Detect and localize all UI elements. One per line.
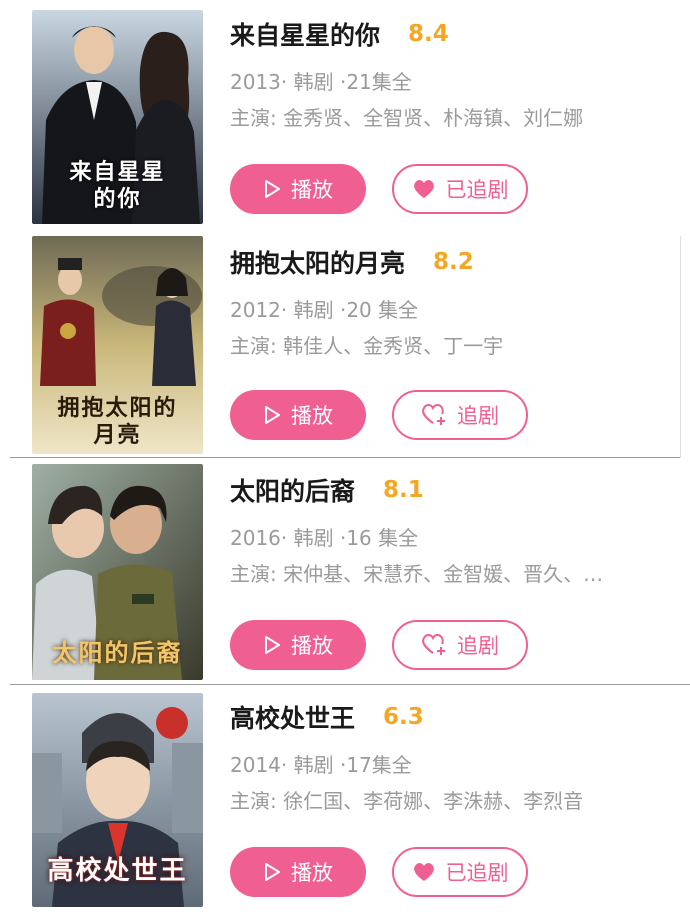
- play-icon: [265, 636, 280, 654]
- follow-button[interactable]: 追剧: [392, 620, 528, 670]
- follow-button[interactable]: 已追剧: [392, 164, 528, 214]
- poster-image[interactable]: 来自星星 的你: [32, 10, 203, 224]
- item-info: 太阳的后裔 8.1 2016· 韩剧 ·16 集全 主演: 宋仲基、宋慧乔、金智…: [230, 470, 670, 586]
- rating-score: 6.3: [383, 704, 424, 730]
- item-info: 来自星星的你 8.4 2013· 韩剧 ·21集全 主演: 金秀贤、全智贤、朴海…: [230, 14, 670, 130]
- play-button[interactable]: 播放: [230, 390, 366, 440]
- follow-label: 追剧: [457, 404, 499, 428]
- list-item[interactable]: 来自星星 的你 来自星星的你 8.4 2013· 韩剧 ·21集全 主演: 金秀…: [0, 0, 690, 230]
- drama-meta: 2013· 韩剧 ·21集全: [230, 70, 412, 94]
- item-info: 高校处世王 6.3 2014· 韩剧 ·17集全 主演: 徐仁国、李荷娜、李洙赫…: [230, 697, 670, 813]
- heart-plus-icon: [422, 404, 445, 425]
- rating-score: 8.4: [408, 21, 449, 47]
- follow-button[interactable]: 追剧: [392, 390, 528, 440]
- poster-title-text: 来自星星 的你: [69, 159, 166, 212]
- poster-title-text: 高校处世王: [47, 855, 188, 886]
- play-icon: [265, 406, 280, 424]
- rating-score: 8.1: [383, 477, 424, 503]
- follow-label: 已追剧: [445, 178, 509, 202]
- heart-plus-icon: [422, 634, 445, 655]
- play-label: 播放: [291, 404, 333, 428]
- drama-title[interactable]: 太阳的后裔: [230, 472, 355, 508]
- drama-title[interactable]: 高校处世王: [230, 699, 355, 735]
- drama-meta: 2016· 韩剧 ·16 集全: [230, 526, 419, 550]
- follow-label: 已追剧: [445, 861, 509, 885]
- rating-score: 8.2: [433, 249, 474, 275]
- play-button[interactable]: 播放: [230, 164, 366, 214]
- play-icon: [265, 863, 280, 881]
- heart-filled-icon: [413, 863, 434, 881]
- heart-filled-icon: [413, 180, 434, 198]
- follow-button[interactable]: 已追剧: [392, 847, 528, 897]
- list-item[interactable]: 拥抱太阳的 月亮 拥抱太阳的月亮 8.2 2012· 韩剧 ·20 集全 主演:…: [0, 230, 690, 456]
- drama-list: 来自星星 的你 来自星星的你 8.4 2013· 韩剧 ·21集全 主演: 金秀…: [0, 0, 690, 919]
- drama-cast: 主演: 徐仁国、李荷娜、李洙赫、李烈音: [230, 789, 584, 813]
- list-item[interactable]: 高校处世王 高校处世王 6.3 2014· 韩剧 ·17集全 主演: 徐仁国、李…: [0, 685, 690, 919]
- poster-image[interactable]: 高校处世王: [32, 693, 203, 907]
- drama-title[interactable]: 拥抱太阳的月亮: [230, 244, 405, 280]
- list-item[interactable]: 太阳的后裔 太阳的后裔 8.1 2016· 韩剧 ·16 集全 主演: 宋仲基、…: [0, 458, 690, 684]
- poster-title-text: 拥抱太阳的 月亮: [57, 395, 178, 448]
- drama-title[interactable]: 来自星星的你: [230, 16, 380, 52]
- drama-cast: 主演: 金秀贤、全智贤、朴海镇、刘仁娜: [230, 106, 584, 130]
- drama-meta: 2014· 韩剧 ·17集全: [230, 753, 412, 777]
- play-button[interactable]: 播放: [230, 620, 366, 670]
- poster-image[interactable]: 拥抱太阳的 月亮: [32, 236, 203, 454]
- play-button[interactable]: 播放: [230, 847, 366, 897]
- drama-cast: 主演: 韩佳人、金秀贤、丁一宇: [230, 334, 504, 358]
- play-label: 播放: [291, 634, 333, 658]
- poster-image[interactable]: 太阳的后裔: [32, 464, 203, 680]
- play-label: 播放: [291, 861, 333, 885]
- play-icon: [265, 180, 280, 198]
- poster-title-text: 太阳的后裔: [52, 638, 183, 668]
- item-info: 拥抱太阳的月亮 8.2 2012· 韩剧 ·20 集全 主演: 韩佳人、金秀贤、…: [230, 242, 670, 358]
- follow-label: 追剧: [457, 634, 499, 658]
- drama-meta: 2012· 韩剧 ·20 集全: [230, 298, 419, 322]
- play-label: 播放: [291, 178, 333, 202]
- drama-cast: 主演: 宋仲基、宋慧乔、金智媛、晋久、…: [230, 562, 604, 586]
